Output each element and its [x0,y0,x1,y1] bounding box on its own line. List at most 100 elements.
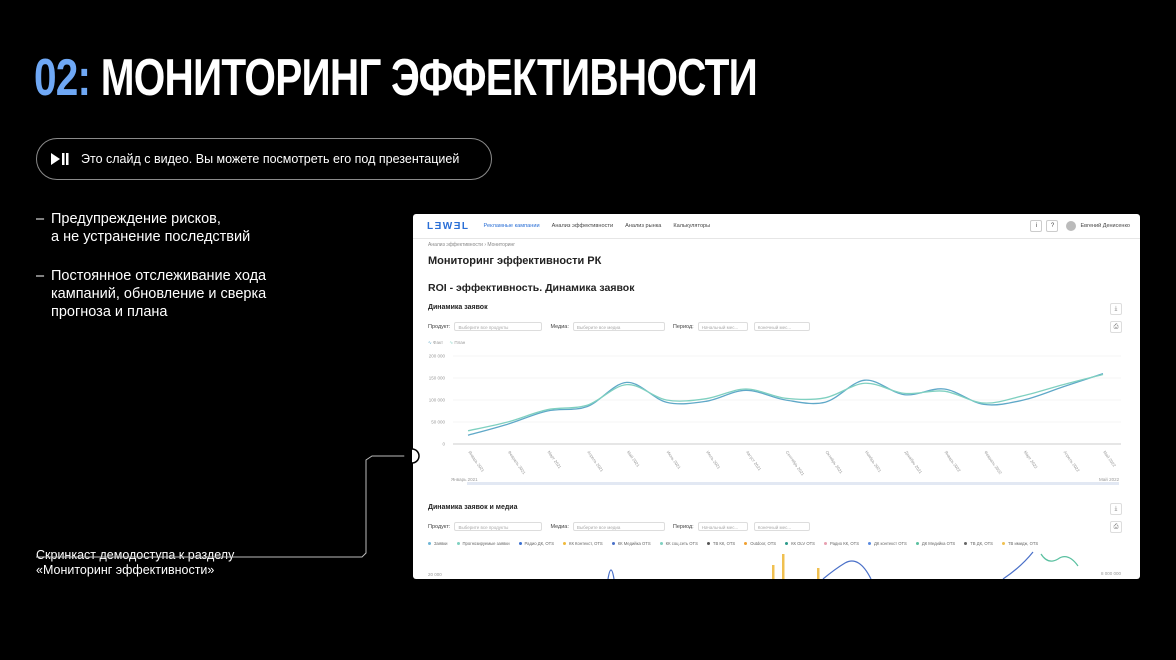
filter-media-label: Медиа: [550,323,569,330]
page-title: Мониторинг эффективности РК [428,255,602,267]
screencast-caption: Скринкаст демодоступа к разделу «Монитор… [36,548,235,577]
legend-dot [706,542,710,545]
legend-item[interactable]: Заявки [428,541,448,546]
bullet-text: Предупреждение рисков, а не устранение п… [51,211,251,245]
legend-plan[interactable]: План [454,340,465,345]
x-tick-label: Октябрь 2021 [824,450,844,475]
legend-label: ДК контекст OTS [874,541,907,546]
legend-dot [823,542,827,545]
legend-dot [964,542,968,545]
legend-label: Outdoor, OTS [750,541,777,546]
filter-product-label: Продукт: [428,323,451,330]
filter-period-from[interactable]: Начальный мес... [697,322,748,331]
legend-item[interactable]: Радио КК, OTS [823,541,859,546]
connector-knob [404,448,420,464]
legend-item[interactable]: КК OLV OTS [785,541,815,546]
x-tick-label: Сентябрь 2021 [785,450,806,477]
legend-item[interactable]: КК соц.сеть OTS [659,541,698,546]
legend-item[interactable]: ДК контекст OTS [868,541,907,546]
legend-label: Радио ДК, OTS [524,541,554,546]
x-tick-label: Март 2022 [1023,450,1039,470]
filter-period-to[interactable]: Конечный мес... [753,322,810,331]
nav-item-calculators[interactable]: Калькуляторы [673,223,710,229]
help-button[interactable]: ? [1046,220,1059,232]
chart1-filters: Продукт: Выберите все продукты Медиа: Вы… [428,322,818,331]
filter-media-select[interactable]: Выберите все медиа [572,522,665,531]
user-name[interactable]: Евгений Денисенко [1080,223,1130,229]
info-button[interactable]: i [1030,220,1043,232]
legend-label: ТВ имидж, OTS [1007,541,1039,546]
range-start: Январь 2021 [451,477,478,482]
legend-label: Заявки [434,541,448,546]
breadcrumb[interactable]: Анализ эффективности › Мониторинг [428,242,515,248]
x-tick-label: Январь 2022 [943,450,962,474]
legend-label: ТВ КК, OTS [712,541,736,546]
legend-item[interactable]: ДК Медийка OTS [915,541,956,546]
x-tick-label: Февраль 2021 [507,450,527,476]
x-tick-label: Май 2022 [1102,450,1117,469]
nav-right: i ? Евгений Денисенко [1026,220,1130,232]
app-logo: LƎWƎL [427,220,470,232]
legend-line-icon: ∿ [449,340,454,345]
nav-item-market[interactable]: Анализ рынка [625,223,661,229]
print-icon[interactable]: ⎙ [1110,321,1122,333]
download-icon[interactable]: ⤓ [1110,503,1122,515]
legend-item[interactable]: Outdoor, OTS [744,541,776,546]
legend-dot [428,542,431,545]
nav-item-efficiency[interactable]: Анализ эффективности [552,223,613,229]
legend-item[interactable]: Прогнозируемые заявки [456,541,510,546]
avatar[interactable] [1066,221,1077,231]
legend-dot [744,542,748,545]
nav-item-campaigns[interactable]: Рекламные кампании [484,223,540,229]
x-tick-label: Июнь 2021 [666,450,683,471]
legend-dot [563,542,566,545]
filter-product-select[interactable]: Выберите все продукты [454,322,543,331]
video-notice[interactable]: Это слайд с видео. Вы можете посмотреть … [36,138,492,180]
y-tick-label: 100 000 [429,398,446,403]
x-tick-label: Март 2021 [547,450,563,470]
range-slider[interactable] [467,482,1119,485]
download-icon[interactable]: ⤓ [1110,303,1122,315]
legend-item[interactable]: КК Контекст, OTS [563,541,603,546]
y-left-top: 20 000 [428,572,442,577]
y-tick-label: 0 [442,442,445,447]
legend-item[interactable]: ТВ КК, OTS [706,541,736,546]
legend-label: КК соц.сеть OTS [665,541,698,546]
series-line-plan [467,373,1104,432]
bullet-list: – Предупреждение рисков, а не устранение… [36,210,326,342]
legend-label: КК OLV OTS [791,541,815,546]
x-tick-label: Декабрь 2021 [904,450,924,475]
legend-item[interactable]: ТВ имидж, OTS [1001,541,1039,546]
legend-line-icon: ∿ [428,340,432,345]
filter-period-to[interactable]: Конечный мес... [753,522,810,531]
x-tick-label: Апрель 2021 [586,450,605,474]
app-screenshot: LƎWƎL Рекламные кампании Анализ эффектив… [413,214,1140,579]
bullet-item: – Предупреждение рисков, а не устранение… [36,210,326,246]
y-tick-label: 200 000 [429,354,446,359]
bullet-dash: – [36,211,45,227]
play-pause-icon [51,153,69,165]
legend-item[interactable]: Радио ДК, OTS [518,541,554,546]
filter-media-select[interactable]: Выберите все медиа [572,322,665,331]
slide-title: 02: МОНИТОРИНГ ЭФФЕКТИВНОСТИ [34,49,758,107]
legend-dot [868,542,872,545]
x-tick-label: Август 2021 [745,450,763,472]
legend-item[interactable]: КК Медийка OTS [611,541,651,546]
legend-label: ДК Медийка OTS [921,541,956,546]
filter-product-select[interactable]: Выберите все продукты [454,522,543,531]
legend-label: ТВ ДК, OTS [970,541,993,546]
legend-dot [1001,542,1005,545]
legend-dot [611,542,615,545]
legend-fact[interactable]: Факт [433,340,443,345]
legend-dot [785,542,789,545]
media-chart-preview [607,551,1079,579]
app-navbar: LƎWƎL Рекламные кампании Анализ эффектив… [413,214,1140,239]
filter-period-from[interactable]: Начальный мес... [697,522,748,531]
legend-item[interactable]: ТВ ДК, OTS [964,541,993,546]
video-notice-text: Это слайд с видео. Вы можете посмотреть … [81,152,460,166]
chart2-legend: Заявки Прогнозируемые заявки Радио ДК, OTS… [428,541,1047,546]
title-number: 02: [34,49,91,107]
print-icon[interactable]: ⎙ [1110,521,1122,533]
bullet-item: – Постоянное отслеживание хода кампаний,… [36,267,326,321]
x-tick-label: Май 2021 [626,450,641,469]
